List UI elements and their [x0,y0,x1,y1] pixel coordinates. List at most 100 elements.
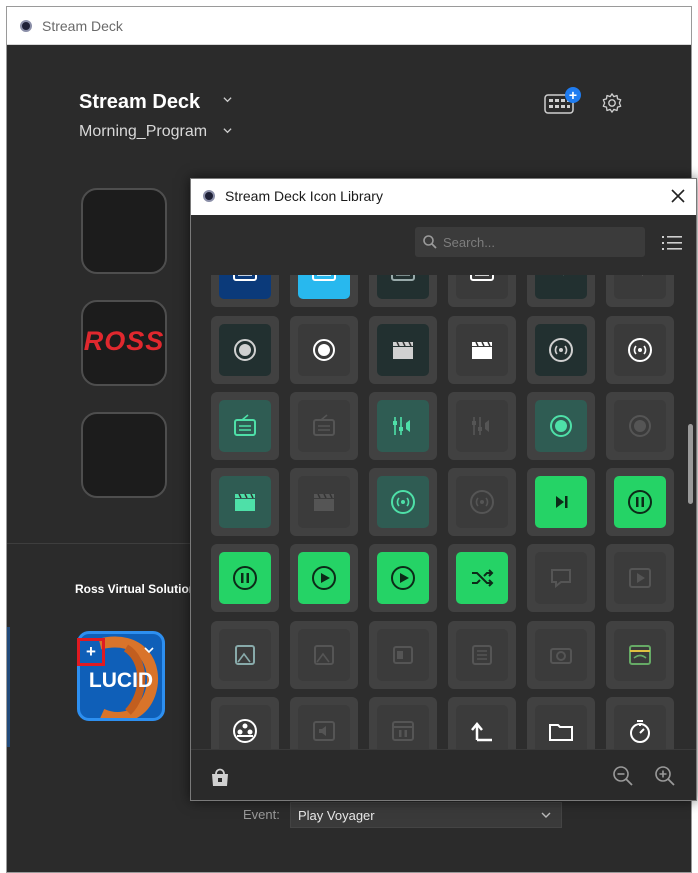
icon-tile[interactable] [290,275,358,307]
icon-tile[interactable] [527,316,595,384]
stream-deck-app-icon [203,190,215,202]
deck-key-1[interactable] [81,188,167,274]
icon-tile[interactable] [369,697,437,749]
shuffle-icon [456,552,508,604]
search-input[interactable] [443,232,633,252]
icon-tile[interactable] [211,275,279,307]
profile-selector[interactable]: Morning_Program [79,123,207,141]
icon-tile[interactable] [211,621,279,689]
video-icon [377,629,429,681]
clapper-icon [219,476,271,528]
timer-icon [614,705,666,749]
keyboard-icon [377,275,429,299]
media-icon [614,275,666,299]
icon-tile[interactable] [527,392,595,460]
image-icon [219,629,271,681]
icon-tile[interactable] [369,316,437,384]
film-reel-icon [219,705,271,749]
play-circle-icon [377,552,429,604]
icon-tile[interactable] [527,468,595,536]
add-device-badge[interactable]: + [565,87,581,103]
keyboard-icon [456,275,508,299]
chevron-down-icon[interactable] [144,645,154,655]
clapper-icon [456,324,508,376]
icon-tile[interactable] [606,316,674,384]
icon-tile[interactable] [527,544,595,612]
icon-tile[interactable] [527,697,595,749]
dialog-footer [191,749,696,800]
play-circle-icon [298,552,350,604]
icon-library-dialog: Stream Deck Icon Library [190,178,697,801]
icon-tile[interactable] [527,621,595,689]
broadcast-icon [535,324,587,376]
icon-tile[interactable] [369,621,437,689]
gear-icon[interactable] [601,92,623,114]
close-icon[interactable] [669,187,687,205]
folder-up-icon [456,705,508,749]
icon-tile[interactable] [290,697,358,749]
window-titlebar: Stream Deck [7,7,691,45]
icon-tile[interactable] [606,621,674,689]
dialog-titlebar: Stream Deck Icon Library [191,179,696,215]
volume-icon [298,705,350,749]
pause-window-icon [377,705,429,749]
event-label: Event: [243,807,280,822]
icon-tile[interactable] [290,316,358,384]
mixer-icon [456,400,508,452]
zoom-out-icon[interactable] [611,764,635,788]
icon-tile[interactable] [369,468,437,536]
icon-tile[interactable] [606,275,674,307]
icon-tile[interactable] [211,392,279,460]
icon-tile[interactable] [448,697,516,749]
deck-key-2[interactable]: ROSS [81,300,167,386]
icon-tile[interactable] [448,544,516,612]
mixer-icon [377,400,429,452]
list-view-icon[interactable] [661,234,683,252]
event-select-value: Play Voyager [298,808,375,823]
icon-tile[interactable] [606,392,674,460]
icon-tile[interactable] [290,621,358,689]
store-icon[interactable] [209,766,231,788]
image-icon [298,629,350,681]
clapper-icon [377,324,429,376]
icon-tile[interactable] [606,468,674,536]
icon-tile[interactable] [369,392,437,460]
zoom-in-icon[interactable] [653,764,677,788]
radio-icon [219,400,271,452]
ross-logo: ROSS [83,326,165,356]
icon-tile[interactable] [606,697,674,749]
chat-icon [535,552,587,604]
deck-key-3[interactable] [81,412,167,498]
icon-tile[interactable] [527,275,595,307]
stream-deck-app-icon [20,20,32,32]
search-box[interactable] [415,227,645,257]
action-category-title[interactable]: Ross Virtual Solutions [75,582,193,596]
chevron-down-icon[interactable] [223,95,232,104]
icon-tile[interactable] [290,392,358,460]
camera-icon [535,629,587,681]
play-box-icon [614,552,666,604]
add-action-button[interactable]: + [77,638,105,666]
icon-tile[interactable] [448,275,516,307]
grid-scrollbar[interactable] [688,424,693,504]
device-selector[interactable]: Stream Deck [79,91,200,114]
icon-tile[interactable] [290,468,358,536]
icon-tile[interactable] [290,544,358,612]
icon-tile[interactable] [606,544,674,612]
play-next-icon [535,476,587,528]
icon-tile[interactable] [211,697,279,749]
pause-circle-icon [219,552,271,604]
icon-tile[interactable] [448,468,516,536]
chevron-down-icon [541,812,551,818]
icon-tile[interactable] [448,621,516,689]
icon-tile[interactable] [369,275,437,307]
event-select[interactable]: Play Voyager [290,802,562,828]
icon-tile[interactable] [369,544,437,612]
icon-tile[interactable] [448,392,516,460]
icon-tile[interactable] [211,544,279,612]
icon-grid [191,275,687,749]
icon-tile[interactable] [211,316,279,384]
icon-tile[interactable] [211,468,279,536]
chevron-down-icon[interactable] [223,126,232,135]
icon-tile[interactable] [448,316,516,384]
